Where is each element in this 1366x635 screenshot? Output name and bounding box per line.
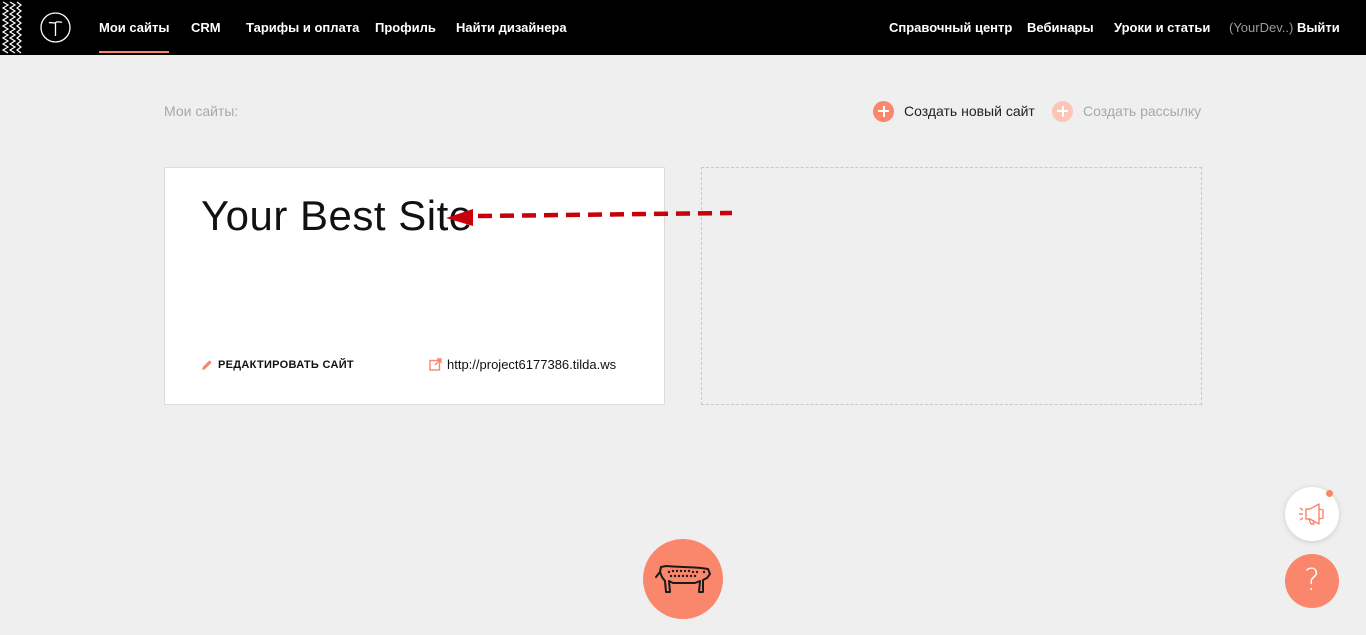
empty-site-slot	[701, 167, 1202, 405]
annotation-arrow-icon	[446, 209, 733, 226]
logout-label: Выйти	[1296, 20, 1340, 35]
plus-circle-icon	[1052, 100, 1073, 122]
nav-crm[interactable]: CRM	[191, 20, 221, 35]
site-url-link[interactable]: http://project6177386.tilda.ws	[429, 357, 616, 372]
create-site-label: Создать новый сайт	[904, 103, 1035, 119]
zigzag-pattern-icon	[1, 1, 22, 54]
site-title[interactable]: Your Best Site	[201, 192, 473, 240]
help-button[interactable]: ?	[1285, 554, 1339, 608]
announcements-button[interactable]	[1285, 487, 1339, 541]
section-title: Мои сайты:	[164, 103, 239, 119]
question-icon: ?	[1304, 563, 1320, 598]
create-mailing-button[interactable]: Создать рассылку	[1052, 100, 1201, 122]
pencil-icon	[202, 360, 212, 370]
external-link-icon	[429, 358, 442, 371]
nav-my-sites[interactable]: Мои сайты	[99, 20, 170, 53]
top-nav-bar: Мои сайты CRM Тарифы и оплата Профиль На…	[0, 0, 1366, 55]
edit-site-link[interactable]: РЕДАКТИРОВАТЬ САЙТ	[201, 359, 354, 371]
tilda-logo-icon[interactable]	[40, 12, 71, 43]
notification-dot	[1326, 490, 1333, 497]
create-mailing-label: Создать рассылку	[1083, 103, 1202, 119]
nav-tariffs[interactable]: Тарифы и оплата	[246, 20, 359, 35]
logout-link[interactable]: (YourDev..) Выйти	[1229, 20, 1340, 35]
nav-help-center[interactable]: Справочный центр	[889, 20, 1012, 35]
mascot-icon	[655, 565, 711, 593]
create-site-button[interactable]: Создать новый сайт	[873, 100, 1035, 122]
plus-circle-icon	[873, 100, 894, 122]
nav-webinars[interactable]: Вебинары	[1027, 20, 1094, 35]
nav-find-designer[interactable]: Найти дизайнера	[456, 20, 567, 35]
mascot-badge	[643, 539, 723, 619]
site-url: http://project6177386.tilda.ws	[447, 357, 617, 372]
user-name: (YourDev..)	[1229, 20, 1294, 35]
nav-lessons[interactable]: Уроки и статьи	[1114, 20, 1210, 35]
edit-site-label: РЕДАКТИРОВАТЬ САЙТ	[218, 359, 354, 371]
nav-profile[interactable]: Профиль	[375, 20, 436, 35]
